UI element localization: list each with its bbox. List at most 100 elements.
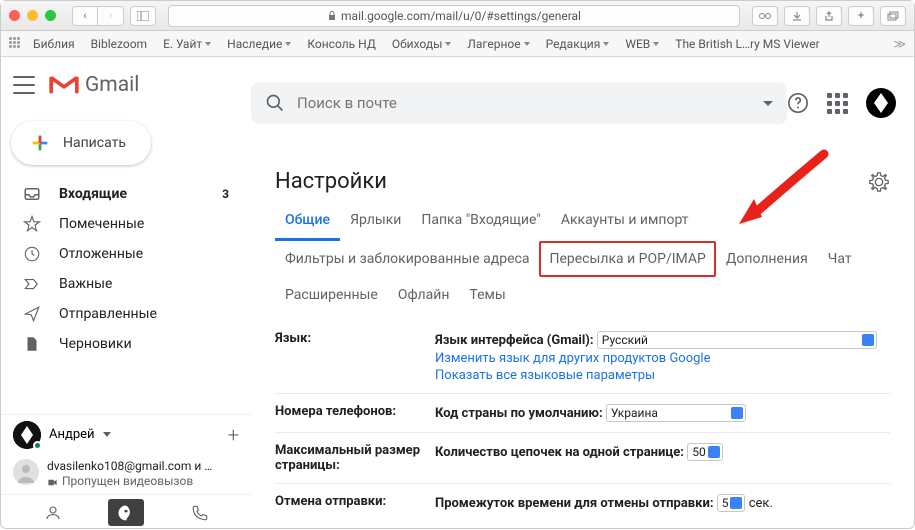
hangouts-panel: Андрей + dvasilenko108@gmail.com и … Про… (1, 414, 251, 530)
lock-icon (327, 11, 337, 21)
url-text: mail.google.com/mail/u/0/#settings/gener… (341, 9, 581, 23)
setting-language: Язык: Язык интерфейса (Gmail): Русский И… (275, 321, 890, 394)
page-title: Настройки (275, 169, 387, 194)
sidebar-item-sent[interactable]: Отправленные (1, 299, 241, 329)
bookmark-folder[interactable]: Редакция (540, 35, 616, 53)
new-conversation-button[interactable]: + (228, 423, 239, 447)
settings-body: Язык: Язык интерфейса (Gmail): Русский И… (251, 313, 914, 530)
important-icon (23, 275, 41, 293)
country-code-select[interactable]: Украина (606, 404, 746, 422)
draft-icon (23, 335, 41, 353)
tab-chat[interactable]: Чат (818, 241, 862, 277)
search-box[interactable] (251, 82, 787, 124)
bookmark-item[interactable]: Библия (27, 35, 81, 53)
tab-offline[interactable]: Офлайн (388, 277, 460, 313)
hangouts-user[interactable]: Андрей + (1, 415, 251, 455)
setting-undo: Отмена отправки: Промежуток времени для … (275, 484, 890, 522)
tab-forwarding-pop-imap[interactable]: Пересылка и POP/IMAP (539, 241, 715, 277)
sidebar-item-important[interactable]: Важные (1, 269, 241, 299)
sidebar: Gmail Написать Входящие 3 Помеченные Отл… (1, 57, 251, 530)
plus-icon (29, 132, 51, 154)
gmail-text: Gmail (85, 73, 139, 97)
nav-label: Отправленные (59, 306, 157, 322)
tab-general[interactable]: Общие (275, 202, 340, 241)
bookmark-folder[interactable]: Е. Уайт (157, 35, 217, 53)
tab-filters[interactable]: Фильтры и заблокированные адреса (275, 241, 539, 277)
bookmark-item[interactable]: Консоль НД (301, 35, 381, 53)
compose-button[interactable]: Написать (11, 121, 151, 165)
undo-time-select[interactable]: 5 (717, 494, 746, 512)
hangouts-tabs (1, 494, 251, 530)
missed-video-icon (47, 477, 58, 488)
search-dropdown-icon[interactable] (763, 101, 773, 106)
send-icon (23, 305, 41, 323)
bookmark-folder[interactable]: Обиходы (386, 35, 458, 53)
forward-button[interactable]: › (98, 6, 124, 26)
nav-label: Черновики (59, 336, 132, 352)
user-avatar (13, 421, 41, 449)
account-avatar[interactable] (866, 88, 896, 118)
inbox-count: 3 (222, 187, 229, 201)
settings-tabs: Общие Ярлыки Папка "Входящие" Аккаунты и… (251, 202, 914, 313)
star-icon (23, 215, 41, 233)
back-button[interactable]: ‹ (72, 6, 98, 26)
gmail-logo[interactable]: Gmail (49, 73, 139, 97)
language-select[interactable]: Русский (597, 331, 877, 349)
bookmarks-overflow[interactable]: ≫ (893, 37, 906, 51)
tab-advanced[interactable]: Расширенные (275, 277, 388, 313)
tab-accounts[interactable]: Аккаунты и импорт (551, 202, 699, 241)
sidebar-item-drafts[interactable]: Черновики (1, 329, 241, 359)
sidebar-item-inbox[interactable]: Входящие 3 (1, 179, 241, 209)
tab-addons[interactable]: Дополнения (716, 241, 818, 277)
search-icon (265, 93, 285, 113)
reader-button[interactable] (752, 6, 778, 26)
bookmark-folder[interactable]: Наследие (221, 35, 297, 53)
sidebar-toggle[interactable] (130, 6, 156, 26)
tab-themes[interactable]: Темы (459, 277, 515, 313)
window-controls (9, 10, 56, 21)
close-window[interactable] (9, 10, 20, 21)
pagesize-select[interactable]: 50 (687, 443, 723, 461)
contact-subtext: Пропущен видеовызов (62, 474, 193, 490)
nav-label: Важные (59, 276, 112, 292)
sidebar-item-snoozed[interactable]: Отложенные (1, 239, 241, 269)
gmail-m-icon (49, 74, 79, 96)
clock-icon (23, 245, 41, 263)
apps-shortcut[interactable] (9, 37, 23, 51)
setting-pagesize: Максимальный размер страницы: Количество… (275, 433, 890, 484)
bookmark-folder[interactable]: Лагерное (461, 35, 535, 53)
sidebar-item-starred[interactable]: Помеченные (1, 209, 241, 239)
online-status-icon (33, 441, 42, 450)
chevron-down-icon (103, 432, 111, 437)
main-menu-icon[interactable] (13, 76, 35, 94)
setting-label: Отмена отправки: (275, 494, 435, 512)
minimize-window[interactable] (27, 10, 38, 21)
setting-label: Номера телефонов: (275, 404, 435, 422)
bookmark-folder[interactable]: WEB (619, 35, 665, 53)
compose-label: Написать (63, 135, 126, 151)
hangouts-contact[interactable]: dvasilenko108@gmail.com и … Пропущен вид… (1, 455, 251, 494)
nav-label: Помеченные (59, 216, 144, 232)
hangouts-username: Андрей (49, 427, 95, 442)
share-button[interactable] (816, 6, 842, 26)
hangouts-tab-calls[interactable] (148, 495, 251, 530)
download-button[interactable] (784, 6, 810, 26)
hangouts-tab-chats[interactable] (108, 499, 144, 526)
contact-avatar (13, 459, 39, 485)
hangouts-tab-contacts[interactable] (1, 495, 104, 530)
apps-icon[interactable] (827, 93, 848, 114)
bookmark-item[interactable]: Biblezoom (85, 35, 153, 53)
tab-labels[interactable]: Ярлыки (340, 202, 411, 241)
gear-icon[interactable] (868, 171, 890, 193)
new-tab-button[interactable]: + (848, 6, 874, 26)
main-content: Настройки Общие Ярлыки Папка "Входящие" … (251, 57, 914, 530)
show-all-languages-link[interactable]: Показать все языковые параметры (435, 368, 890, 383)
help-icon[interactable] (787, 92, 809, 114)
search-input[interactable] (297, 94, 751, 112)
url-bar[interactable]: mail.google.com/mail/u/0/#settings/gener… (168, 5, 740, 27)
tab-inbox[interactable]: Папка "Входящие" (411, 202, 550, 241)
tabs-button[interactable] (880, 6, 906, 26)
maximize-window[interactable] (45, 10, 56, 21)
change-language-link[interactable]: Изменить язык для других продуктов Googl… (435, 351, 890, 366)
bookmark-item[interactable]: The British L…ry MS Viewer (669, 35, 825, 53)
